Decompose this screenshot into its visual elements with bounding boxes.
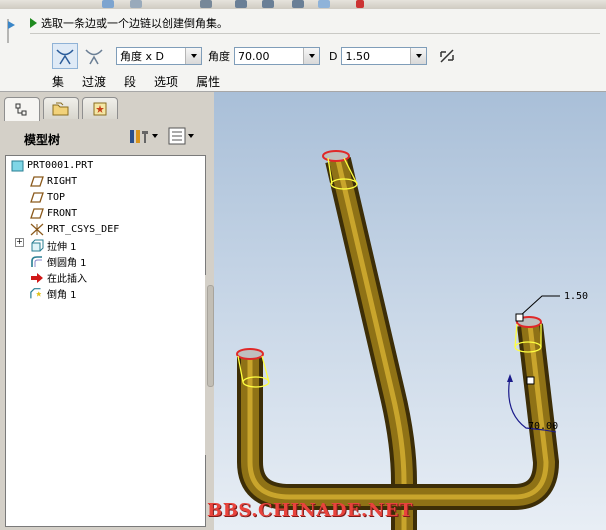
splitter-handle[interactable] [206,220,213,280]
tree-item-front-plane[interactable]: FRONT [30,206,77,221]
datum-plane-icon [30,176,44,188]
watermark-text: BBS.CHINADE.NET [207,500,413,521]
angle-label: 角度 [208,50,230,63]
message-prompt: 选取一条边或一个边链以创建倒角集。 [30,16,228,30]
tab-transitions[interactable]: 过渡 [82,73,106,90]
model-tree-title: 模型树 [24,133,61,147]
panel-splitter[interactable] [205,275,214,455]
d-label: D [329,49,338,63]
expand-toggle-icon[interactable]: + [15,238,24,247]
toolbar-button-icon[interactable] [356,0,364,8]
datum-plane-icon [30,208,44,220]
chevron-down-icon [188,134,194,138]
tab-options[interactable]: 选项 [154,73,178,90]
dimension-d-text[interactable]: 1.50 [564,291,588,302]
hammer-icon [130,130,148,143]
tab-model-tree[interactable] [4,97,40,121]
tree-item-part[interactable]: PRT0001.PRT [10,158,93,173]
tab-folder-browser[interactable] [43,97,79,119]
tab-sets[interactable]: 集 [52,73,64,90]
tree-item-csys[interactable]: PRT_CSYS_DEF [30,222,119,237]
navigator-panel: 模型树 PRT0001.PRT RIGHT TOP FRONT PRT_CSYS… [0,92,214,530]
transition-mode-icon[interactable] [82,44,106,68]
tab-favorites[interactable] [82,97,118,119]
scheme-dropdown[interactable]: 角度 x D [116,47,202,65]
toolbar-button-icon[interactable] [102,0,114,8]
prompt-arrow-icon [30,18,37,28]
tree-item-insert-here[interactable]: 在此插入 [30,270,87,285]
tree-icon [15,103,27,115]
model-tree-header: 模型树 [0,121,214,151]
datum-plane-icon [30,192,44,204]
toolbar-button-icon[interactable] [130,0,142,8]
graphics-window[interactable]: 1.50 70.00 [214,92,606,530]
folder-icon [52,102,69,115]
tree-item-right-plane[interactable]: RIGHT [30,174,77,189]
chamfer-icon [30,288,44,300]
edge-chamfer-mode-icon[interactable] [52,43,78,69]
tree-item-extrude[interactable]: 拉伸 1 [30,238,77,253]
insert-here-icon [30,272,44,284]
tree-item-chamfer[interactable]: 倒角 1 [30,286,77,301]
view-icon[interactable] [292,0,304,8]
chevron-down-icon[interactable] [185,48,201,64]
tab-properties[interactable]: 属性 [196,73,220,90]
view-icon[interactable] [318,0,330,8]
round-icon [30,256,44,268]
extrude-icon [30,239,44,252]
chevron-down-icon[interactable] [410,48,427,64]
favorites-icon [93,102,107,115]
dashboard-tabs: 集 过渡 段 选项 属性 [52,73,238,90]
chamfer-controls: 角度 x D 角度 70.00 D 1.50 [52,43,463,69]
tree-settings-button[interactable] [128,127,158,145]
list-icon [168,127,186,145]
view-icon[interactable] [235,0,247,8]
model-graphic: 1.50 70.00 [236,150,588,530]
dashboard-pin-icon [7,19,15,43]
tree-item-top-plane[interactable]: TOP [30,190,65,205]
tube-body [237,157,559,530]
chamfer-dashboard: 选取一条边或一个边链以创建倒角集。 角度 x D 角度 70.00 D 1.50… [0,9,606,92]
chevron-down-icon [152,134,158,138]
tab-pieces[interactable]: 段 [124,73,136,90]
tree-item-round[interactable]: 倒圆角 1 [30,254,87,269]
d-input[interactable]: 1.50 [341,47,428,65]
dimension-angle-text[interactable]: 70.00 [528,421,558,432]
view-icon[interactable] [262,0,274,8]
flip-direction-icon[interactable] [435,44,459,68]
prompt-text: 选取一条边或一个边链以创建倒角集。 [41,17,228,30]
tree-show-button[interactable] [168,127,194,145]
tube-end-left [236,348,264,360]
view-icon[interactable] [200,0,212,8]
angle-input[interactable]: 70.00 [234,47,320,65]
csys-icon [30,223,44,236]
part-icon [10,160,24,172]
model-tree: PRT0001.PRT RIGHT TOP FRONT PRT_CSYS_DEF… [5,155,206,527]
navigator-tabs [4,97,118,121]
chevron-down-icon[interactable] [303,48,319,64]
